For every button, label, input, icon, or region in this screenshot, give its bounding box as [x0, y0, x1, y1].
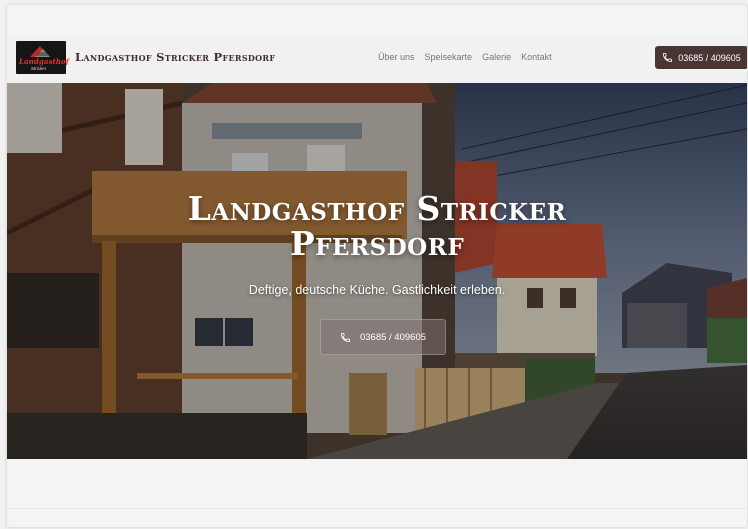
hero-phone-label: 03685 / 409605	[359, 331, 427, 343]
hero-phone-button[interactable]: 03685 / 409605	[320, 319, 446, 355]
top-bar	[7, 5, 747, 35]
logo-word: Landgasthof	[19, 57, 69, 66]
nav-item-galerie[interactable]: Galerie	[482, 52, 511, 62]
phone-icon	[663, 52, 673, 63]
page-footer-area	[7, 459, 747, 527]
logo-subword: Stricker	[31, 66, 47, 71]
divider	[7, 508, 747, 509]
hero-subtitle: Deftige, deutsche Küche. Gastlichkeit er…	[248, 283, 506, 297]
site-logo[interactable]: Landgasthof Stricker	[16, 41, 69, 74]
phone-icon	[340, 332, 351, 342]
site-brand[interactable]: Landgasthof Stricker Pfersdorf	[75, 50, 275, 64]
nav-item-speisekarte[interactable]: Speisekarte	[425, 52, 473, 62]
hero-overlay	[7, 83, 747, 459]
nav-phone-button[interactable]: 03685 / 409605	[655, 46, 747, 69]
main-menu: Über uns Speisekarte Galerie Kontakt	[378, 52, 552, 62]
navbar: Landgasthof Stricker Landgasthof Stricke…	[7, 35, 747, 83]
hero-title-line-2: Pfersdorf	[289, 224, 465, 263]
nav-phone-label: 03685 / 409605	[678, 52, 741, 63]
hero-title-line-1: Landgasthof Stricker	[187, 189, 567, 228]
hero-section: Landgasthof Stricker Pfersdorf Deftige, …	[7, 83, 747, 459]
nav-item-kontakt[interactable]: Kontakt	[521, 52, 552, 62]
hero-title: Landgasthof Stricker Pfersdorf	[7, 191, 747, 261]
nav-item-ueber-uns[interactable]: Über uns	[378, 52, 415, 62]
browser-page: Landgasthof Stricker Landgasthof Stricke…	[6, 4, 748, 528]
